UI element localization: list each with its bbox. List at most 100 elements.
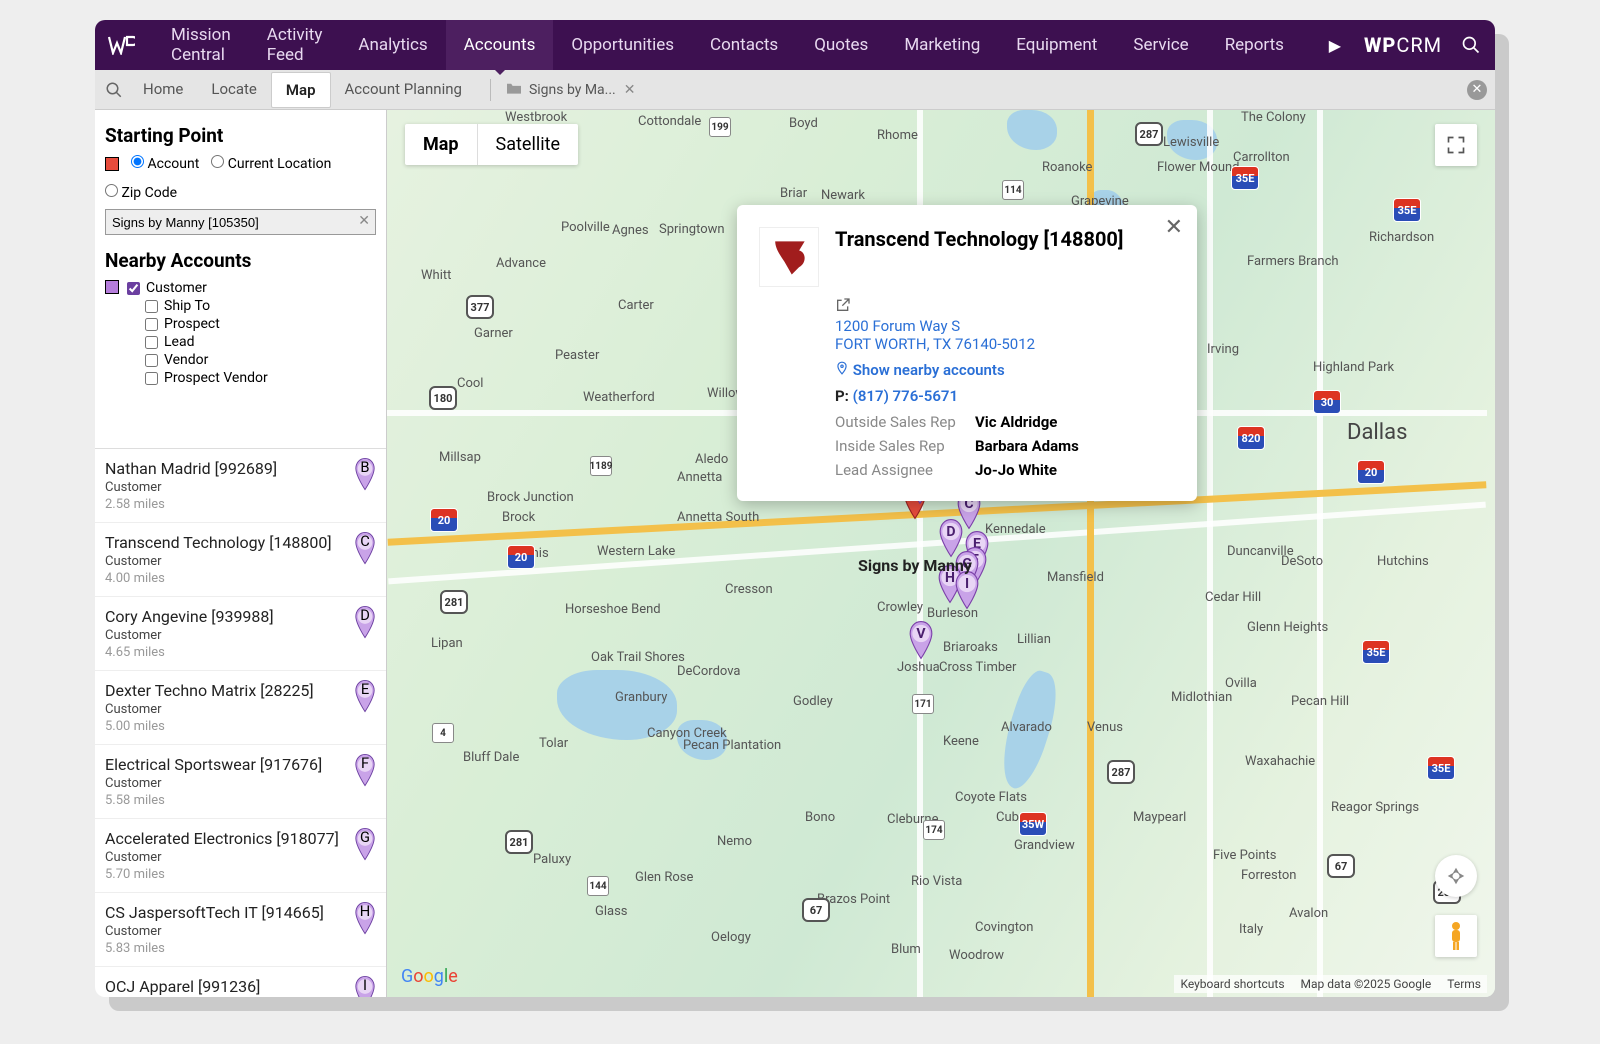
svg-text:D: D	[360, 606, 370, 624]
phone-link[interactable]: (817) 776-5671	[853, 387, 958, 405]
nav-tab-marketing[interactable]: Marketing	[886, 20, 998, 70]
city-label: Alvarado	[1001, 720, 1052, 735]
city-label: Dallas	[1347, 420, 1407, 445]
map-type-map[interactable]: Map	[405, 124, 477, 165]
city-label: Forreston	[1241, 868, 1296, 883]
account-search-input[interactable]	[105, 209, 376, 235]
nav-tab-accounts[interactable]: Accounts	[446, 20, 554, 70]
play-icon[interactable]: ▶	[1324, 34, 1346, 56]
nav-tab-quotes[interactable]: Quotes	[796, 20, 886, 70]
map-pin-I[interactable]: I	[954, 570, 980, 610]
subnav-map[interactable]: Map	[271, 72, 331, 108]
map-type-satellite[interactable]: Satellite	[477, 124, 578, 165]
keyboard-shortcuts-link[interactable]: Keyboard shortcuts	[1180, 977, 1284, 991]
rep-label: Outside Sales Rep	[835, 413, 965, 431]
rep-label: Lead Assignee	[835, 461, 965, 479]
city-label: Lillian	[1017, 632, 1051, 647]
rep-label: Inside Sales Rep	[835, 437, 965, 455]
open-tab-chip[interactable]: Signs by Ma... ✕	[505, 81, 636, 99]
popup-address-line1[interactable]: 1200 Forum Way S	[835, 317, 960, 335]
map-canvas[interactable]: DallasIrvingArlingtonLewisvilleFlower Mo…	[387, 110, 1495, 997]
account-row[interactable]: Nathan Madrid [992689] Customer 2.58 mil…	[95, 449, 386, 523]
radio-current-location[interactable]: Current Location	[211, 155, 331, 172]
rep-row: Outside Sales RepVic Aldridge	[835, 413, 1175, 431]
filter-vendor[interactable]: Vendor	[145, 352, 376, 368]
city-label: Carrollton	[1233, 150, 1290, 165]
filter-lead[interactable]: Lead	[145, 334, 376, 350]
radio-zip-code[interactable]: Zip Code	[105, 184, 177, 201]
nav-tab-reports[interactable]: Reports	[1207, 20, 1302, 70]
nav-tab-contacts[interactable]: Contacts	[692, 20, 796, 70]
fullscreen-button[interactable]	[1435, 124, 1477, 166]
close-icon[interactable]: ✕	[624, 82, 636, 98]
city-label: Mansfield	[1047, 570, 1104, 585]
pin-badge-icon: B	[354, 457, 374, 495]
account-row[interactable]: CS JaspersoftTech IT [914665] Customer 5…	[95, 893, 386, 967]
popup-logo	[759, 227, 819, 287]
compass-button[interactable]	[1435, 855, 1477, 897]
popup-address-line2[interactable]: FORT WORTH, TX 76140-5012	[835, 335, 1035, 353]
nav-tab-service[interactable]: Service	[1115, 20, 1206, 70]
account-row[interactable]: OCJ Apparel [991236] Customer 6.16 miles…	[95, 967, 386, 997]
city-label: Irving	[1207, 342, 1239, 357]
city-label: Briar	[780, 186, 807, 201]
search-icon-secondary[interactable]	[103, 79, 125, 101]
svg-text:V: V	[916, 626, 926, 642]
shield-377: 377	[466, 295, 494, 319]
nav-tab-opportunities[interactable]: Opportunities	[553, 20, 692, 70]
show-nearby-link[interactable]: Show nearby accounts	[853, 361, 1005, 379]
filter-prospect-vendor[interactable]: Prospect Vendor	[145, 370, 376, 386]
subnav-locate[interactable]: Locate	[197, 72, 271, 108]
sidebar: Starting Point Account Current Location …	[95, 110, 387, 997]
filter-prospect[interactable]: Prospect	[145, 316, 376, 332]
city-label: Advance	[496, 256, 546, 271]
city-label: The Colony	[1241, 110, 1306, 125]
subnav-home[interactable]: Home	[129, 72, 197, 108]
account-row[interactable]: Transcend Technology [148800] Customer 4…	[95, 523, 386, 597]
shield-67-2: 67	[802, 898, 830, 922]
terms-link[interactable]: Terms	[1447, 977, 1481, 991]
shield-tx1189: 1189	[590, 456, 612, 476]
svg-text:H: H	[360, 902, 370, 920]
clear-search-icon[interactable]: ✕	[358, 213, 370, 229]
account-row[interactable]: Electrical Sportswear [917676] Customer …	[95, 745, 386, 819]
close-all-tabs[interactable]: ✕	[1467, 80, 1487, 100]
pegman-button[interactable]	[1435, 915, 1477, 957]
nav-tab-activity-feed[interactable]: Activity Feed	[249, 20, 341, 70]
account-name: Transcend Technology [148800]	[105, 533, 374, 552]
nav-tab-mission-central[interactable]: Mission Central	[153, 20, 249, 70]
external-link-icon[interactable]	[835, 297, 851, 317]
search-icon[interactable]	[1460, 34, 1482, 56]
shield-tx144: 144	[587, 876, 609, 896]
shield-i35e-4: 35E	[1231, 166, 1259, 190]
subnav-account-planning[interactable]: Account Planning	[331, 72, 476, 108]
account-type: Customer	[105, 702, 374, 717]
account-row[interactable]: Dexter Techno Matrix [28225] Customer 5.…	[95, 671, 386, 745]
account-type: Customer	[105, 480, 374, 495]
topbar: Mission CentralActivity FeedAnalyticsAcc…	[95, 20, 1495, 70]
google-logo: Google	[401, 966, 458, 987]
account-row[interactable]: Accelerated Electronics [918077] Custome…	[95, 819, 386, 893]
city-label: Ovilla	[1225, 676, 1257, 691]
city-label: Carter	[618, 298, 654, 313]
nav-tab-equipment[interactable]: Equipment	[998, 20, 1115, 70]
app-logo[interactable]	[107, 33, 135, 57]
city-label: Oak Trail Shores	[591, 650, 685, 665]
filter-customer[interactable]: Customer	[127, 280, 376, 296]
map-pin-V[interactable]: V	[908, 620, 934, 660]
city-label: Oelogy	[711, 930, 751, 945]
city-label: Bono	[805, 810, 835, 825]
account-distance: 4.65 miles	[105, 645, 374, 660]
nearby-heading: Nearby Accounts	[105, 249, 376, 272]
city-label: DeSoto	[1281, 554, 1323, 569]
pin-badge-icon: I	[354, 975, 374, 997]
radio-account[interactable]: Account	[131, 155, 199, 172]
account-name: Electrical Sportswear [917676]	[105, 755, 374, 774]
map-data-copyright: Map data ©2025 Google	[1301, 977, 1432, 991]
nav-tab-analytics[interactable]: Analytics	[340, 20, 445, 70]
popup-close-icon[interactable]: ✕	[1165, 215, 1183, 240]
filter-ship-to[interactable]: Ship To	[145, 298, 376, 314]
account-row[interactable]: Cory Angevine [939988] Customer 4.65 mil…	[95, 597, 386, 671]
shield-287-2: 287	[1107, 760, 1135, 784]
account-type: Customer	[105, 924, 374, 939]
